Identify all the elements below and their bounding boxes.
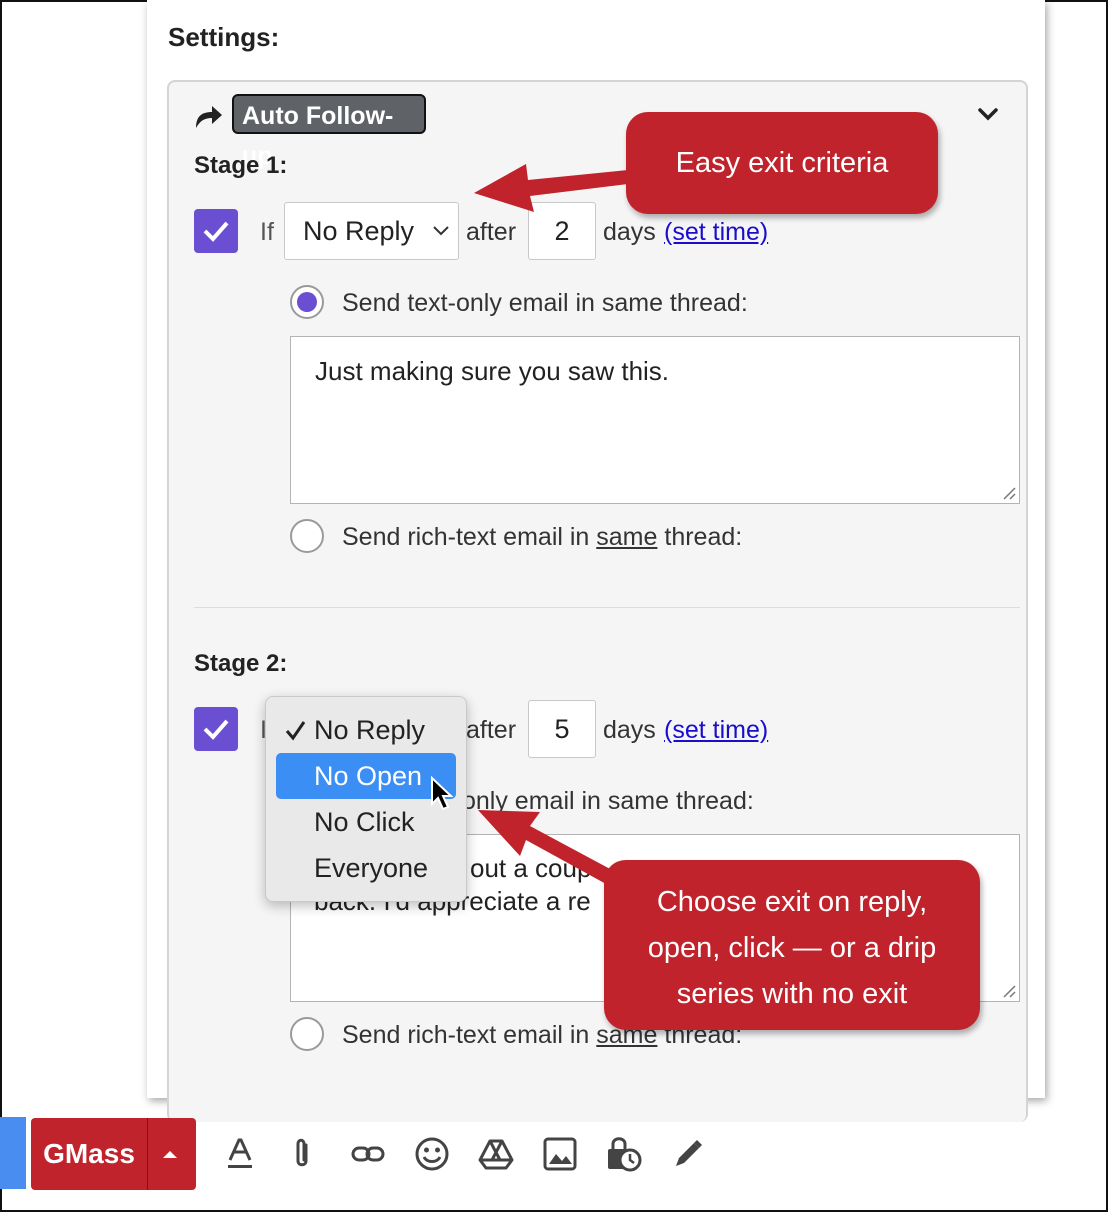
stage1-if-label: If [260,218,274,246]
drive-icon[interactable] [478,1136,514,1172]
emoji-icon[interactable] [414,1136,450,1172]
gmass-label: GMass [43,1138,135,1169]
forward-arrow-icon [196,106,222,128]
stage1-message-textarea[interactable]: Just making sure you saw this. [290,336,1020,504]
photo-icon[interactable] [542,1136,578,1172]
link-icon[interactable] [350,1136,386,1172]
dropdown-option-no-reply[interactable]: No Reply [276,707,456,753]
chevron-down-icon [433,226,449,236]
stage1-after-label: after [466,218,517,246]
stage2-radio-rich-text[interactable] [290,1017,324,1051]
stage2-set-time-link[interactable]: (set time) [664,716,768,745]
stage-divider [194,607,1020,608]
settings-title: Settings: [168,22,280,52]
dropdown-option-everyone[interactable]: Everyone [276,845,456,891]
gmass-button[interactable]: GMass [31,1118,196,1190]
stage1-set-time-link[interactable]: (set time) [664,218,768,247]
stage2-days-input[interactable]: 5 [528,700,596,758]
schedule-lock-icon[interactable] [606,1136,642,1172]
mouse-cursor-icon [431,776,454,811]
resize-grip-icon[interactable] [1000,484,1016,500]
stage1-radio-rich-text[interactable] [290,519,324,553]
stage1-condition-value: No Reply [303,216,415,246]
checkmark-icon [285,721,306,741]
stage1-checkbox[interactable] [194,209,238,253]
caret-up-icon[interactable] [162,1149,178,1159]
stage1-condition-select[interactable]: No Reply [284,202,459,260]
dropdown-option-no-open[interactable]: No Open [276,753,456,799]
stage2-checkbox[interactable] [194,707,238,751]
stage1-rich-text-label: Send rich-text email in same thread: [342,523,743,551]
callout-exit-criteria: Easy exit criteria [626,112,938,214]
stage1-text-only-label: Send text-only email in same thread: [342,289,748,317]
checkmark-icon [203,719,229,740]
text-format-icon[interactable] [222,1136,258,1172]
auto-followup-badge[interactable]: Auto Follow-up [232,94,426,170]
signature-pen-icon[interactable] [670,1136,706,1172]
resize-grip-icon[interactable] [1000,982,1016,998]
stage1-radio-text-only[interactable] [290,285,324,319]
stage1-days-label: days [603,218,656,246]
send-button-edge[interactable] [0,1117,26,1189]
chevron-down-icon[interactable] [975,104,1001,124]
stage2-after-label: after [466,716,517,744]
checkmark-icon [203,221,229,242]
gmass-separator [147,1118,148,1190]
stage2-label: Stage 2: [194,650,288,677]
stage1-message-text: Just making sure you saw this. [315,356,670,386]
callout-exit-options: Choose exit on reply, open, click — or a… [604,860,980,1030]
callout-arrow-top [474,164,628,212]
stage2-days-label: days [603,716,656,744]
attach-icon[interactable] [284,1136,320,1172]
stage1-label: Stage 1: [194,152,288,179]
callout-arrow-bottom [478,810,612,884]
dropdown-option-no-click[interactable]: No Click [276,799,456,845]
